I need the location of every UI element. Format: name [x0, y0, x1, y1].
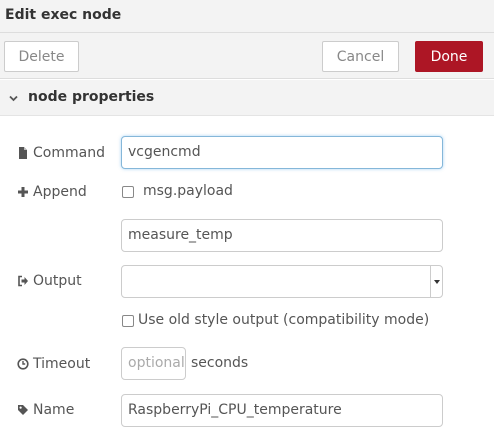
caret-down-icon	[430, 266, 442, 297]
chevron-down-icon	[9, 91, 18, 102]
timeout-input[interactable]: optional	[121, 347, 186, 380]
append-label: Append	[33, 184, 87, 200]
output-select[interactable]	[121, 265, 443, 298]
timeout-label-row: Timeout	[17, 354, 90, 374]
old-style-output-checkbox[interactable]	[122, 315, 134, 327]
name-label: Name	[33, 402, 75, 418]
section-title: node properties	[28, 89, 155, 105]
timeout-unit: seconds	[191, 355, 249, 371]
done-button[interactable]: Done	[415, 41, 483, 72]
msg-payload-checkbox[interactable]	[122, 186, 134, 198]
output-label-row: Output	[17, 271, 82, 291]
node-properties-header[interactable]: node properties	[0, 80, 494, 116]
cancel-button[interactable]: Cancel	[322, 41, 399, 72]
plus-icon	[17, 186, 29, 198]
delete-button[interactable]: Delete	[4, 41, 79, 72]
timeout-label: Timeout	[33, 356, 91, 372]
append-label-row: Append	[17, 182, 87, 202]
clock-icon	[17, 358, 29, 370]
append-extra-input[interactable]: measure_temp	[121, 219, 443, 252]
msg-payload-label: msg.payload	[143, 183, 233, 199]
command-label: Command	[33, 145, 105, 161]
command-label-row: Command	[17, 143, 105, 163]
name-label-row: Name	[17, 400, 74, 420]
tag-icon	[17, 404, 29, 416]
dialog-toolbar: Delete Cancel Done	[0, 33, 494, 79]
dialog-title: Edit exec node	[0, 0, 494, 33]
command-input[interactable]: vcgencmd	[121, 136, 443, 169]
name-input[interactable]: RaspberryPi_CPU_temperature	[121, 394, 443, 427]
output-label: Output	[33, 273, 82, 289]
sign-out-icon	[17, 275, 29, 287]
old-style-output-label: Use old style output (compatibility mode…	[138, 312, 430, 328]
file-icon	[17, 147, 29, 159]
